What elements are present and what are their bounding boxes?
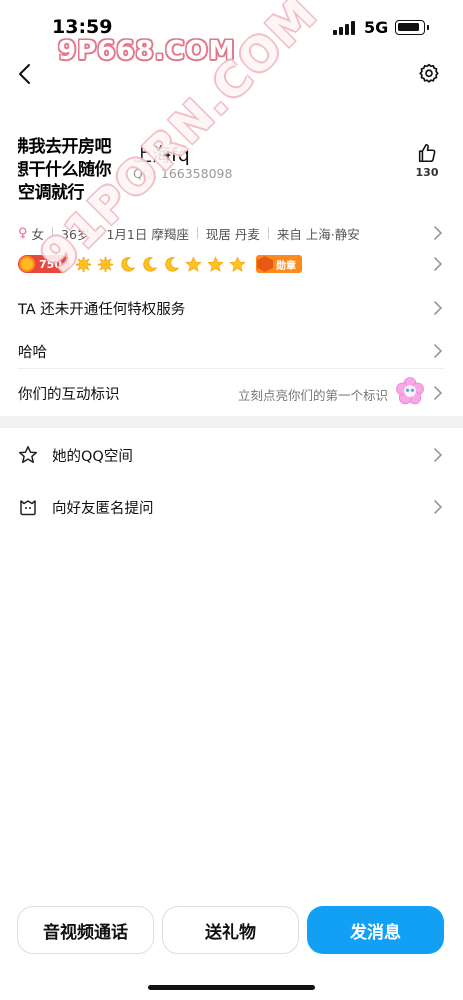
- chevron-right-icon: [434, 386, 443, 400]
- gear-icon[interactable]: [418, 63, 440, 85]
- battery-icon: [395, 20, 429, 35]
- star-outline-icon: [18, 446, 38, 464]
- like-count: 130: [415, 166, 439, 179]
- chevron-right-icon: [434, 301, 443, 315]
- home-indicator: [148, 985, 315, 990]
- send-message-button[interactable]: 发消息: [307, 906, 444, 954]
- sun-level-icon: [97, 256, 114, 272]
- avatar-text-line-1: 沸我去开房吧: [18, 137, 112, 157]
- star-level-icon: [207, 255, 224, 272]
- medal-badge: 勋章: [256, 255, 302, 273]
- back-arrow-icon[interactable]: [14, 62, 38, 86]
- moon-level-icon: [165, 256, 180, 272]
- interaction-hint: 立刻点亮你们的第一个标识: [238, 388, 389, 403]
- star-level-icon: [229, 255, 246, 272]
- chevron-right-icon: [434, 448, 443, 462]
- moon-level-icon: [121, 256, 136, 272]
- watermark-top: 9P668.COM: [58, 36, 236, 66]
- star-level-icon: [185, 255, 202, 272]
- network-type: 5G: [364, 18, 389, 37]
- signature-row[interactable]: 哈哈: [18, 340, 445, 362]
- privilege-text: TA 还未开通任何特权服务: [18, 301, 186, 318]
- signature-text: 哈哈: [18, 344, 47, 361]
- chevron-right-icon: [434, 344, 443, 358]
- interaction-title: 你们的互动标识: [18, 386, 120, 403]
- signal-icon: [333, 21, 355, 35]
- hometown: 来自 上海·静安: [276, 226, 360, 242]
- moon-level-icon: [143, 256, 158, 272]
- divider: [18, 368, 445, 369]
- chevron-right-icon: [434, 500, 443, 514]
- residence: 现居 丹麦: [205, 226, 260, 242]
- thumbs-up-icon[interactable]: [416, 142, 438, 164]
- anonymous-box-icon: [20, 500, 36, 516]
- send-gift-button[interactable]: 送礼物: [162, 906, 299, 954]
- anonymous-question-link[interactable]: 向好友匿名提问: [52, 497, 154, 518]
- divider: [267, 227, 269, 239]
- flower-icon: [396, 377, 424, 405]
- avatar-text-line-3: 空调就行: [18, 183, 85, 200]
- chevron-right-icon: [434, 257, 443, 271]
- video-call-button[interactable]: 音视频通话: [17, 906, 154, 954]
- section-gap: [0, 416, 463, 428]
- coin-icon: [19, 256, 35, 272]
- medal-icon: [257, 256, 273, 272]
- medal-label: 勋章: [276, 260, 296, 272]
- female-icon: ♀: [18, 225, 28, 241]
- chevron-right-icon: [434, 226, 443, 240]
- privilege-row[interactable]: TA 还未开通任何特权服务: [18, 297, 445, 319]
- status-time: 13:59: [52, 16, 113, 38]
- divider: [196, 227, 198, 239]
- qzone-link[interactable]: 她的QQ空间: [52, 445, 133, 466]
